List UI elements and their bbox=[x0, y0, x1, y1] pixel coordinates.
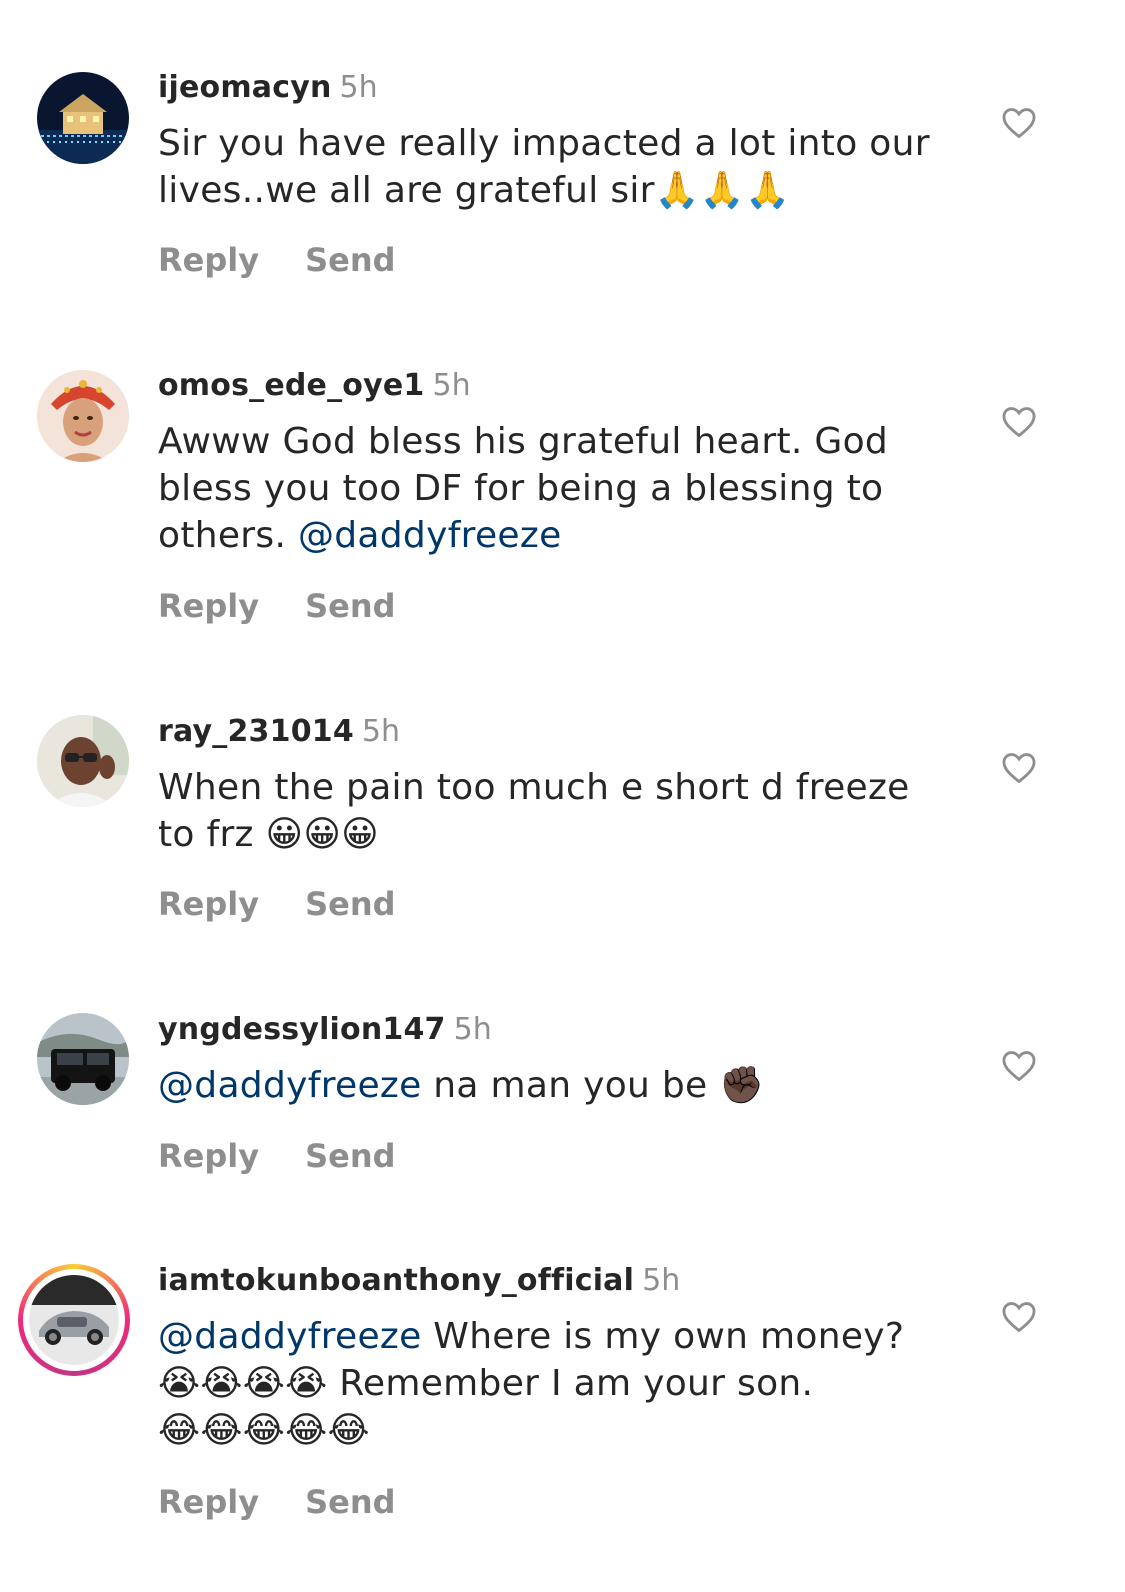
avatar bbox=[29, 1275, 119, 1365]
timestamp: 5h bbox=[432, 368, 471, 403]
comment-text: When the pain too much e short d freeze … bbox=[158, 764, 958, 858]
emoji: ✊🏿 bbox=[719, 1065, 765, 1106]
mention-link[interactable]: @daddyfreeze bbox=[298, 515, 562, 556]
timestamp: 5h bbox=[339, 70, 378, 105]
comment-actions: Reply Send bbox=[158, 1136, 396, 1176]
avatar[interactable] bbox=[37, 715, 129, 807]
heart-outline-icon[interactable] bbox=[1000, 1298, 1038, 1336]
comment-body: Where is my own money? bbox=[433, 1316, 905, 1357]
comment-meta: iamtokunboanthony_official 5h bbox=[158, 1263, 680, 1299]
send-button[interactable]: Send bbox=[305, 587, 395, 625]
story-ring-avatar[interactable] bbox=[18, 1264, 130, 1376]
reply-button[interactable]: Reply bbox=[158, 587, 259, 625]
emoji: 😀😀😀 bbox=[265, 814, 380, 855]
reply-button[interactable]: Reply bbox=[158, 1483, 259, 1521]
comment-meta: ijeomacyn 5h bbox=[158, 70, 378, 106]
send-button[interactable]: Send bbox=[305, 241, 395, 279]
username[interactable]: iamtokunboanthony_official bbox=[158, 1263, 634, 1298]
reply-button[interactable]: Reply bbox=[158, 1137, 259, 1175]
send-button[interactable]: Send bbox=[305, 1483, 395, 1521]
reply-button[interactable]: Reply bbox=[158, 241, 259, 279]
username[interactable]: ray_231014 bbox=[158, 714, 354, 749]
mention-link[interactable]: @daddyfreeze bbox=[158, 1316, 422, 1357]
comment-text: Sir you have really impacted a lot into … bbox=[158, 120, 958, 214]
comment-text: Awww God bless his grateful heart. God b… bbox=[158, 418, 958, 559]
avatar[interactable] bbox=[37, 1013, 129, 1105]
comment-actions: Reply Send bbox=[158, 586, 396, 626]
comment-meta: yngdessylion147 5h bbox=[158, 1012, 492, 1048]
emoji: 😂😂😂😂😂 bbox=[158, 1410, 370, 1451]
username[interactable]: omos_ede_oye1 bbox=[158, 368, 425, 403]
comment-body: Sir you have really impacted a lot into … bbox=[158, 123, 930, 211]
emoji: 🙏🙏🙏 bbox=[654, 170, 791, 211]
heart-outline-icon[interactable] bbox=[1000, 749, 1038, 787]
comment-actions: Reply Send bbox=[158, 884, 396, 924]
mention-link[interactable]: @daddyfreeze bbox=[158, 1065, 422, 1106]
heart-outline-icon[interactable] bbox=[1000, 1047, 1038, 1085]
timestamp: 5h bbox=[453, 1012, 492, 1047]
reply-button[interactable]: Reply bbox=[158, 885, 259, 923]
send-button[interactable]: Send bbox=[305, 1137, 395, 1175]
username[interactable]: ijeomacyn bbox=[158, 70, 332, 105]
timestamp: 5h bbox=[361, 714, 401, 749]
avatar[interactable] bbox=[37, 370, 129, 462]
comment-meta: omos_ede_oye1 5h bbox=[158, 368, 471, 404]
comment-body-continued: Remember I am your son. bbox=[339, 1363, 814, 1404]
comment-body: na man you be bbox=[433, 1065, 708, 1106]
heart-outline-icon[interactable] bbox=[1000, 403, 1038, 441]
comment-text: @daddyfreeze Where is my own money? 😭😭😭😭… bbox=[158, 1313, 958, 1454]
send-button[interactable]: Send bbox=[305, 885, 395, 923]
comment-text: @daddyfreeze na man you be ✊🏿 bbox=[158, 1062, 958, 1109]
comment-actions: Reply Send bbox=[158, 1482, 396, 1522]
username[interactable]: yngdessylion147 bbox=[158, 1012, 446, 1047]
comment-meta: ray_231014 5h bbox=[158, 714, 400, 750]
avatar[interactable] bbox=[37, 72, 129, 164]
comment-actions: Reply Send bbox=[158, 240, 396, 280]
timestamp: 5h bbox=[642, 1263, 681, 1298]
emoji: 😭😭😭😭 bbox=[158, 1363, 328, 1404]
heart-outline-icon[interactable] bbox=[1000, 104, 1038, 142]
